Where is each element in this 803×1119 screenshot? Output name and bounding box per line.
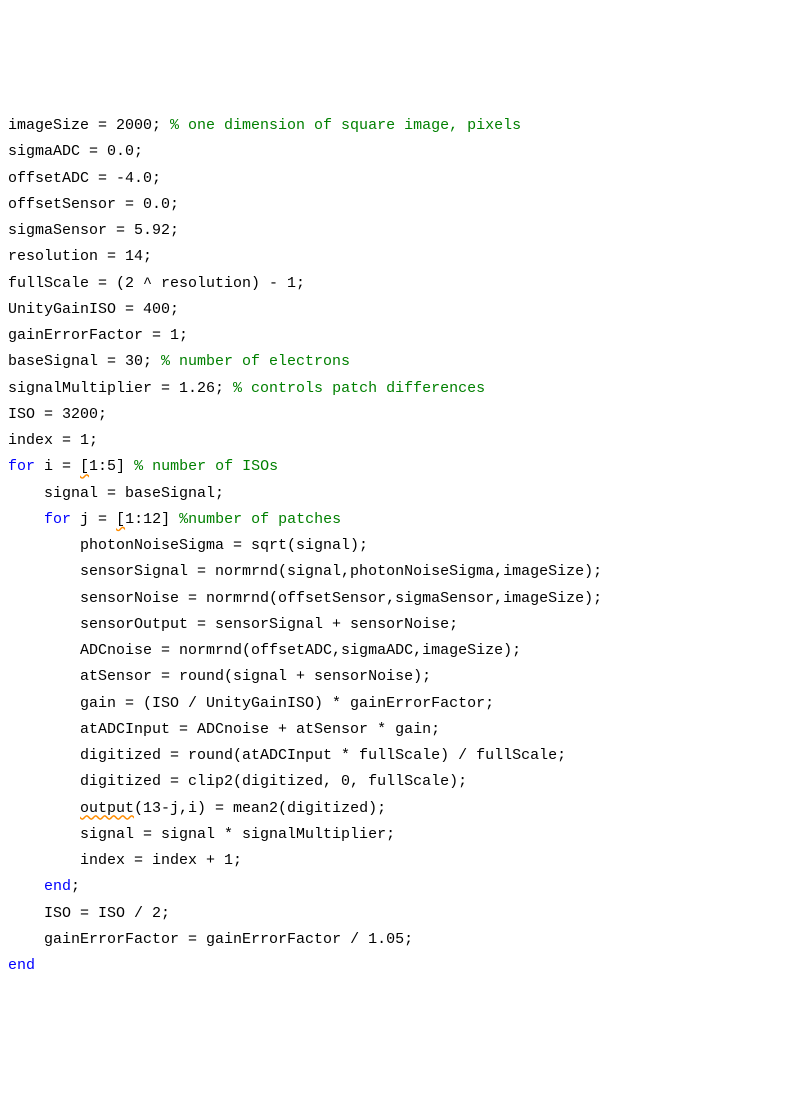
token-var: atSensor = round(signal + sensorNoise); [80,668,431,685]
code-line: photonNoiseSigma = sqrt(signal); [8,533,795,559]
indent [8,590,80,607]
token-var: signal = signal * signalMultiplier; [80,826,395,843]
token-var: ISO = ISO / 2; [44,905,170,922]
code-line: offsetADC = -4.0; [8,166,795,192]
code-block: imageSize = 2000; % one dimension of squ… [8,113,795,979]
token-var: offsetSensor = 0.0; [8,196,179,213]
token-kw: end [8,957,35,974]
code-line: ISO = ISO / 2; [8,901,795,927]
token-var: ; [71,878,80,895]
indent [8,721,80,738]
token-cm: % number of ISOs [134,458,278,475]
token-var: photonNoiseSigma = sqrt(signal); [80,537,368,554]
code-line: ISO = 3200; [8,402,795,428]
token-var: ISO = 3200; [8,406,107,423]
token-var: ADCnoise = normrnd(offsetADC,sigmaADC,im… [80,642,521,659]
token-var: j = [71,511,116,528]
token-var: imageSize = 2000; [8,117,170,134]
token-var: gainErrorFactor = gainErrorFactor / 1.05… [44,931,413,948]
indent [8,511,44,528]
code-line: sigmaADC = 0.0; [8,139,795,165]
code-line: digitized = round(atADCInput * fullScale… [8,743,795,769]
indent [8,905,44,922]
indent [8,826,80,843]
token-var: fullScale = (2 ^ resolution) - 1; [8,275,305,292]
indent [8,563,80,580]
token-var: sigmaSensor = 5.92; [8,222,179,239]
token-var: gainErrorFactor = 1; [8,327,188,344]
code-line: output(13-j,i) = mean2(digitized); [8,796,795,822]
token-kw: end [44,878,71,895]
indent [8,747,80,764]
code-line: end [8,953,795,979]
code-line: UnityGainISO = 400; [8,297,795,323]
code-line: sensorSignal = normrnd(signal,photonNois… [8,559,795,585]
token-warn: [ [116,511,125,528]
token-var: sensorSignal = normrnd(signal,photonNois… [80,563,602,580]
token-var: signalMultiplier = 1.26; [8,380,233,397]
code-line: fullScale = (2 ^ resolution) - 1; [8,271,795,297]
indent [8,642,80,659]
token-var: sensorNoise = normrnd(offsetSensor,sigma… [80,590,602,607]
indent [8,852,80,869]
code-line: resolution = 14; [8,244,795,270]
code-line: index = 1; [8,428,795,454]
code-line: gain = (ISO / UnityGainISO) * gainErrorF… [8,691,795,717]
code-line: signal = baseSignal; [8,481,795,507]
code-line: baseSignal = 30; % number of electrons [8,349,795,375]
token-var: baseSignal = 30; [8,353,161,370]
token-cm: %number of patches [179,511,341,528]
code-line: sigmaSensor = 5.92; [8,218,795,244]
code-line: digitized = clip2(digitized, 0, fullScal… [8,769,795,795]
token-var: sensorOutput = sensorSignal + sensorNois… [80,616,458,633]
code-line: index = index + 1; [8,848,795,874]
token-cm: % one dimension of square image, pixels [170,117,521,134]
code-line: sensorNoise = normrnd(offsetSensor,sigma… [8,586,795,612]
indent [8,773,80,790]
code-line: offsetSensor = 0.0; [8,192,795,218]
token-var: index = index + 1; [80,852,242,869]
indent [8,485,44,502]
code-line: gainErrorFactor = 1; [8,323,795,349]
code-line: signal = signal * signalMultiplier; [8,822,795,848]
indent [8,537,80,554]
token-var: signal = baseSignal; [44,485,224,502]
code-line: atADCInput = ADCnoise + atSensor * gain; [8,717,795,743]
token-var: resolution = 14; [8,248,152,265]
indent [8,800,80,817]
token-var: i = [35,458,80,475]
token-var: 1:12] [125,511,179,528]
token-cm: % controls patch differences [233,380,485,397]
token-kw: for [44,511,71,528]
token-var: atADCInput = ADCnoise + atSensor * gain; [80,721,440,738]
token-var: digitized = clip2(digitized, 0, fullScal… [80,773,467,790]
token-warn: output [80,800,134,817]
code-line: imageSize = 2000; % one dimension of squ… [8,113,795,139]
token-var: 1:5] [89,458,134,475]
code-line: signalMultiplier = 1.26; % controls patc… [8,376,795,402]
indent [8,695,80,712]
token-var: (13-j,i) = mean2(digitized); [134,800,386,817]
code-line: gainErrorFactor = gainErrorFactor / 1.05… [8,927,795,953]
code-line: end; [8,874,795,900]
token-warn: [ [80,458,89,475]
indent [8,616,80,633]
token-var: gain = (ISO / UnityGainISO) * gainErrorF… [80,695,494,712]
token-var: offsetADC = -4.0; [8,170,161,187]
indent [8,931,44,948]
code-line: ADCnoise = normrnd(offsetADC,sigmaADC,im… [8,638,795,664]
token-var: sigmaADC = 0.0; [8,143,143,160]
token-var: index = 1; [8,432,98,449]
token-cm: % number of electrons [161,353,350,370]
indent [8,668,80,685]
indent [8,878,44,895]
code-line: for j = [1:12] %number of patches [8,507,795,533]
code-line: for i = [1:5] % number of ISOs [8,454,795,480]
code-line: atSensor = round(signal + sensorNoise); [8,664,795,690]
token-var: digitized = round(atADCInput * fullScale… [80,747,566,764]
code-line: sensorOutput = sensorSignal + sensorNois… [8,612,795,638]
token-var: UnityGainISO = 400; [8,301,179,318]
token-kw: for [8,458,35,475]
